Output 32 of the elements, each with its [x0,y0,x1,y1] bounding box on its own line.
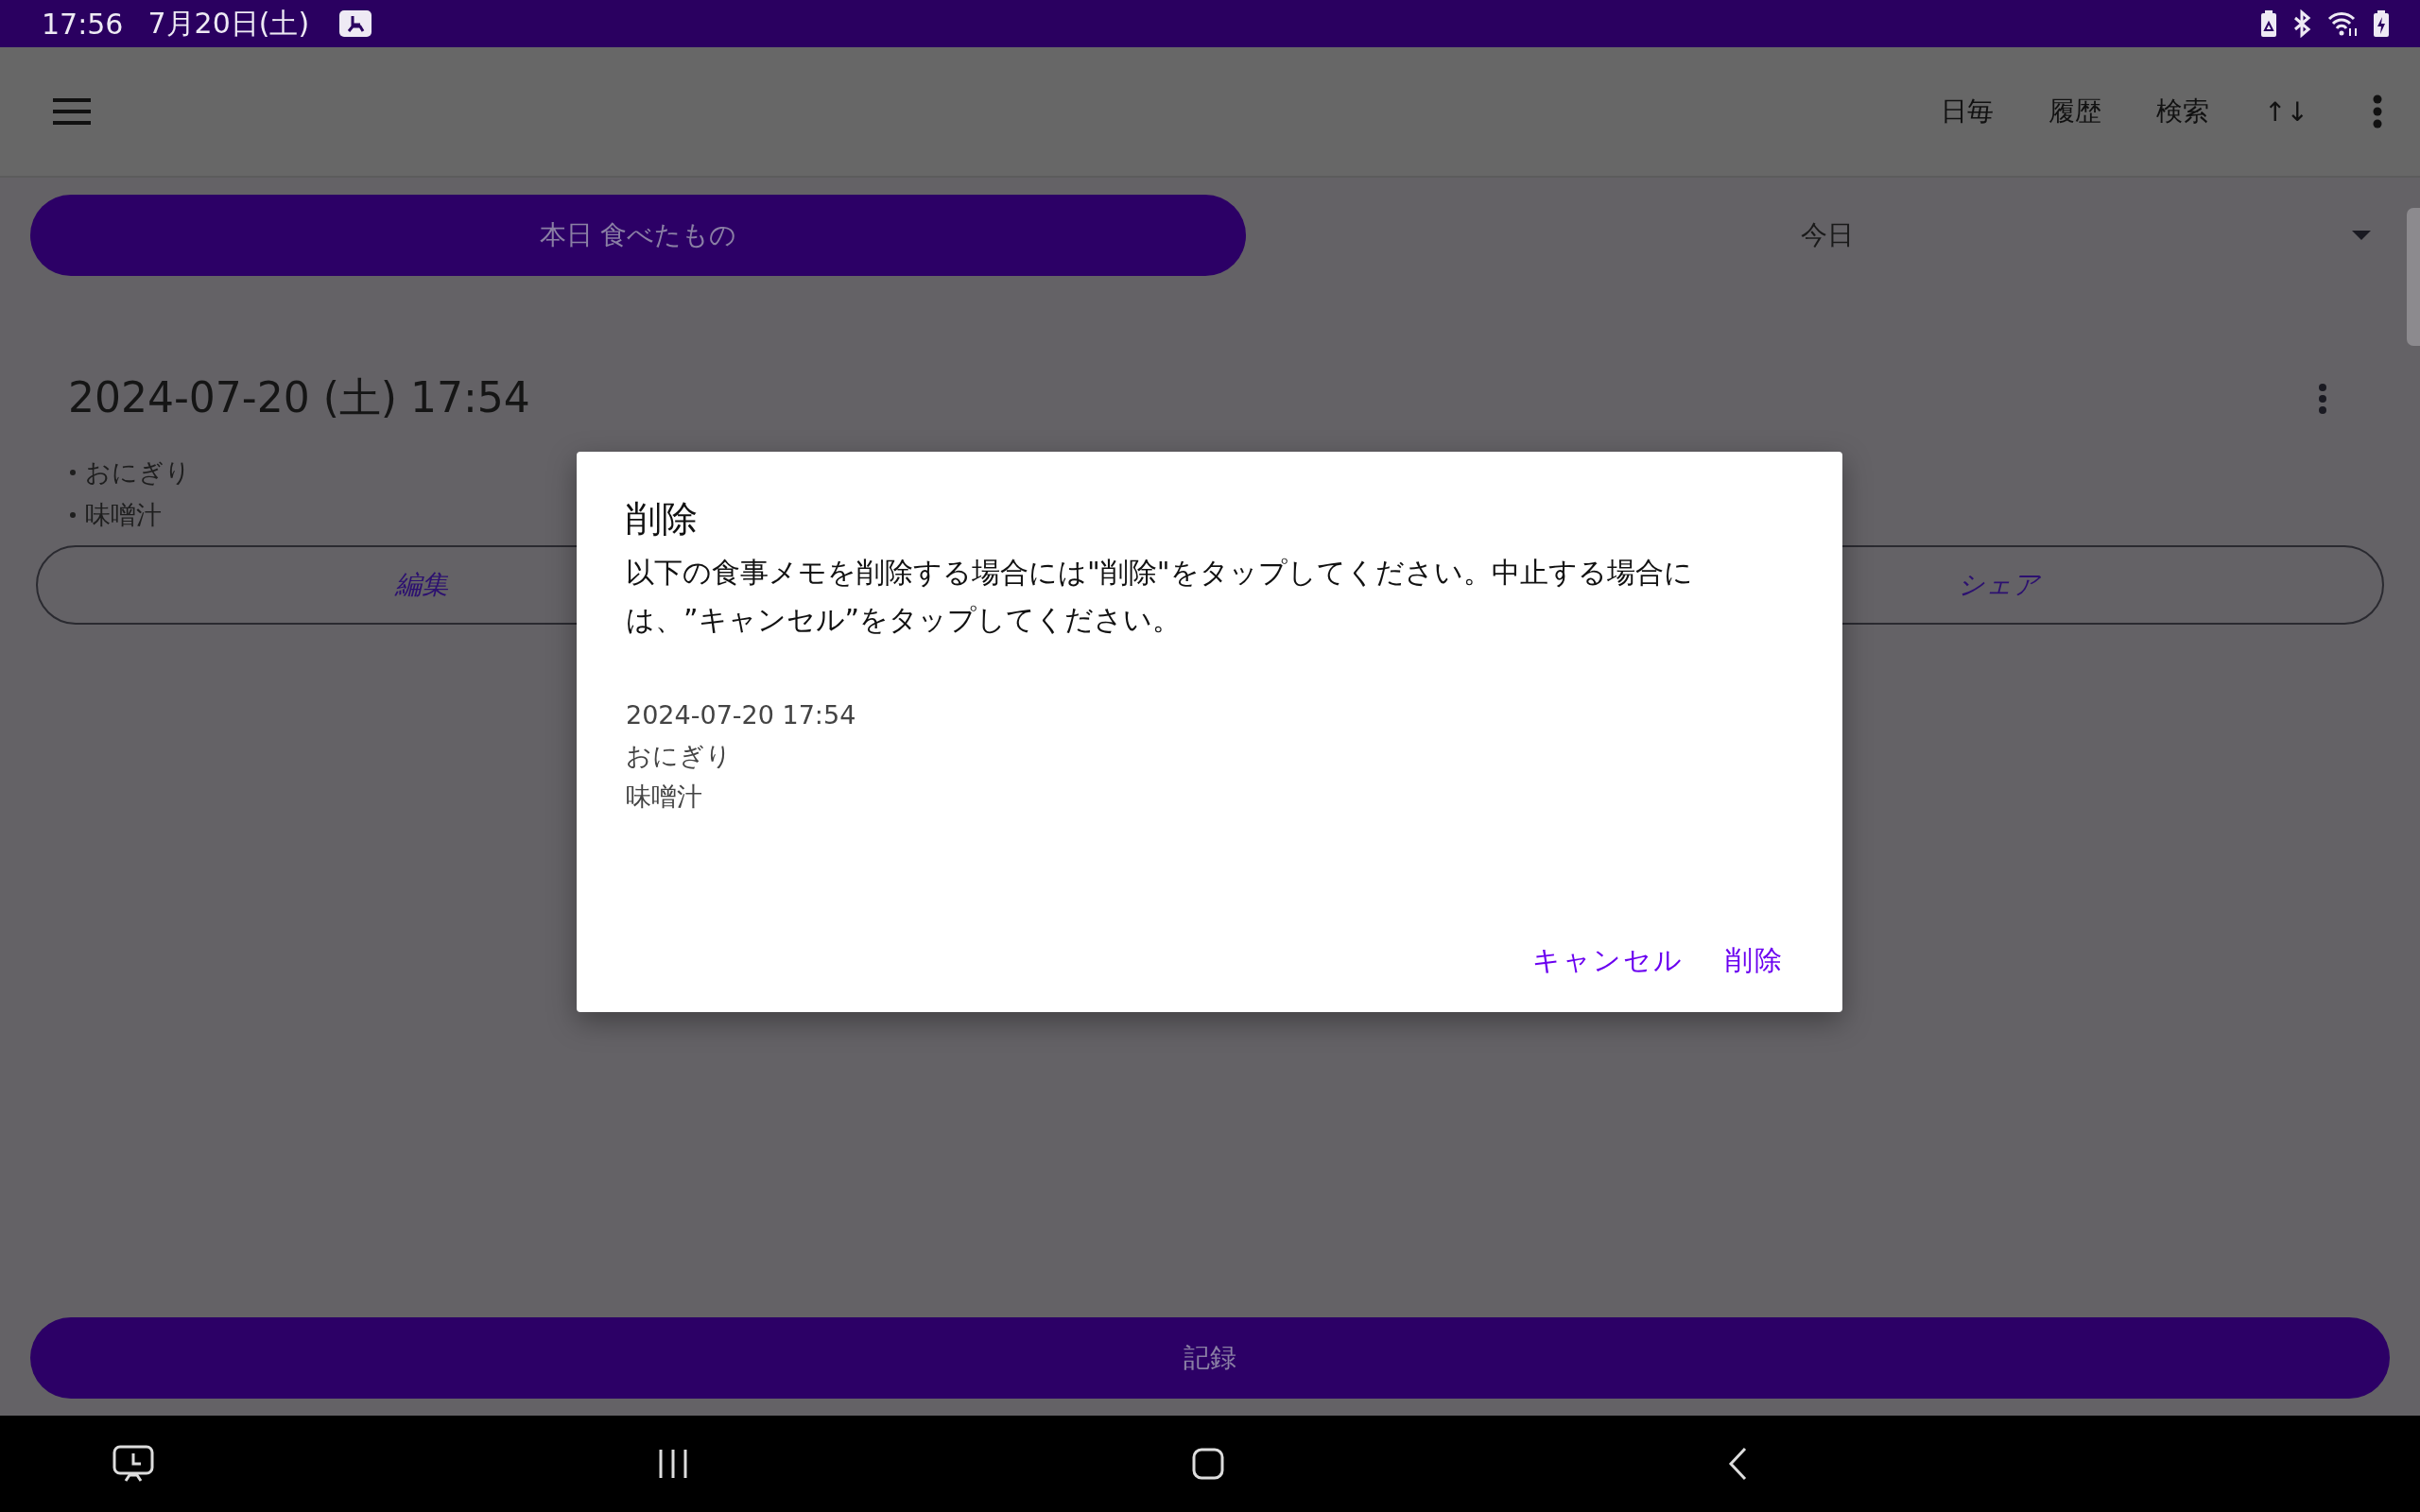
notification-icon [339,10,372,37]
entry-title: 2024-07-20 (土) 17:54 [68,372,530,423]
recents-icon[interactable] [658,1450,688,1478]
dialog-detail: 2024-07-20 17:54 [626,699,857,731]
scrollbar[interactable] [2407,208,2420,346]
period-dropdown[interactable]: 今日 [1246,195,2390,276]
status-time: 17:56 [42,7,124,41]
bullet-icon [70,469,76,475]
toolbar-action[interactable]: 検索 [2134,84,2233,139]
caret-icon [2352,231,2371,240]
summary-button[interactable]: 本日 食べたもの [30,195,1246,276]
more-icon[interactable] [2318,382,2327,415]
menu-icon[interactable] [53,98,91,125]
back-icon[interactable] [1728,1447,1747,1481]
dialog-button[interactable]: 削除 [1716,929,1793,993]
food-item: 味噌汁 [85,499,162,531]
home-icon[interactable] [1192,1448,1224,1480]
bullet-icon [70,511,76,518]
toolbar-action[interactable]: 履歴 [2026,84,2125,139]
battery-charging-icon [2373,9,2390,38]
dialog-button[interactable]: キャンセル [1523,929,1693,993]
toolbar-action[interactable]: ↑↓ [2241,86,2331,137]
dialog-title: 削除 [626,497,699,541]
more-icon[interactable] [2373,94,2382,129]
battery-saver-icon [2259,9,2278,38]
toolbar-action[interactable]: 日毎 [1918,84,2017,139]
record-button[interactable]: 記録 [30,1317,2390,1399]
food-item: おにぎり [85,456,191,489]
wifi-icon [2327,9,2360,38]
status-date: 7月20日(土) [147,5,310,42]
dialog-detail: 味噌汁 [626,781,703,813]
dialog-detail: おにぎり [626,740,733,772]
